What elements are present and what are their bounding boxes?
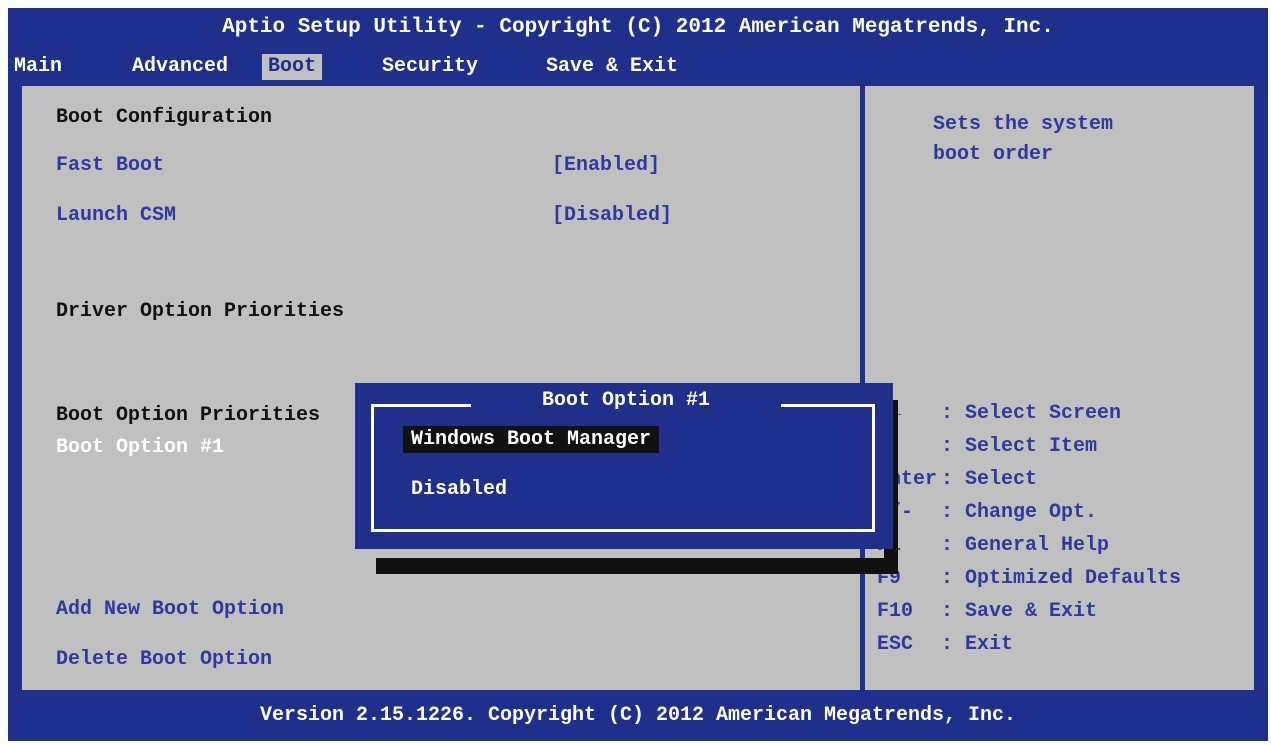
app-title: Aptio Setup Utility - Copyright (C) 2012… (222, 16, 1054, 39)
key-f10: F10 (877, 600, 914, 623)
popup-shadow (376, 558, 898, 574)
help-panel: Sets the system boot order →←: Select Sc… (863, 84, 1256, 692)
tab-main[interactable]: Main (8, 54, 68, 80)
boot-option-1-item[interactable]: Boot Option #1 (56, 436, 224, 459)
key-desc: : General Help (941, 534, 1110, 557)
delete-boot-option-item[interactable]: Delete Boot Option (56, 648, 272, 671)
version-footer: Version 2.15.1226. Copyright (C) 2012 Am… (259, 704, 1017, 727)
key-desc: : Exit (941, 633, 1014, 656)
popup-option-windows-boot-manager[interactable]: Windows Boot Manager (403, 426, 660, 453)
boot-option-popup: Boot Option #1 Windows Boot Manager Disa… (355, 383, 893, 549)
key-desc: : Select Item (941, 435, 1098, 458)
key-desc: : Select (941, 468, 1038, 491)
launch-csm-label[interactable]: Launch CSM (56, 204, 176, 227)
driver-option-priorities-heading: Driver Option Priorities (56, 300, 345, 323)
bios-screen: Aptio Setup Utility - Copyright (C) 2012… (8, 8, 1268, 741)
key-desc: : Select Screen (941, 402, 1122, 425)
help-description: Sets the system boot order (933, 110, 1113, 170)
help-line-1: Sets the system (933, 113, 1114, 136)
tab-save-exit[interactable]: Save & Exit (540, 54, 684, 80)
launch-csm-value[interactable]: [Disabled] (552, 204, 672, 227)
key-desc: : Change Opt. (941, 501, 1098, 524)
boot-configuration-heading: Boot Configuration (56, 106, 273, 129)
fast-boot-label[interactable]: Fast Boot (56, 154, 164, 177)
help-line-2: boot order (933, 143, 1054, 166)
popup-frame (371, 404, 875, 532)
key-desc: : Save & Exit (941, 600, 1098, 623)
key-esc: ESC (877, 633, 914, 656)
key-desc: : Optimized Defaults (941, 567, 1182, 590)
tab-boot[interactable]: Boot (262, 54, 323, 80)
popup-title: Boot Option #1 (471, 389, 781, 412)
tab-advanced[interactable]: Advanced (126, 54, 234, 80)
add-new-boot-option-item[interactable]: Add New Boot Option (56, 598, 284, 621)
boot-option-priorities-heading: Boot Option Priorities (56, 404, 321, 427)
fast-boot-value[interactable]: [Enabled] (552, 154, 660, 177)
popup-option-disabled[interactable]: Disabled (403, 476, 515, 503)
tab-security[interactable]: Security (376, 54, 484, 80)
